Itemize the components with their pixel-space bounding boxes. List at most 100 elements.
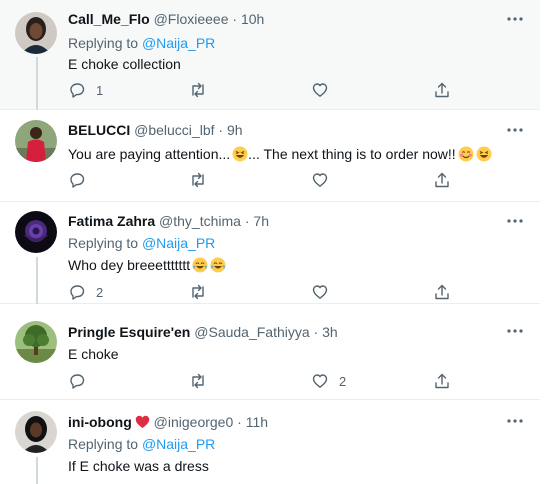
tweet-card[interactable]: Fatima Zahra @thy_tchima · 7h Replying t… [0, 202, 540, 304]
retweet-icon [192, 373, 204, 389]
share-button[interactable] [433, 171, 451, 189]
tweet-header: BELUCCI @belucci_lbf · 9h [68, 122, 243, 138]
replying-to-handle[interactable]: @Naija_PR [142, 436, 215, 452]
like-count: 2 [339, 373, 347, 389]
share-icon [435, 373, 449, 389]
heart-outline-icon [312, 83, 328, 97]
more-options-icon[interactable] [506, 212, 524, 230]
tree-landscape-avatar[interactable] [15, 321, 57, 363]
retweet-button[interactable] [189, 283, 207, 301]
dot-separator: · [237, 414, 242, 430]
tears-of-joy-emoji [192, 257, 208, 273]
retweet-icon [192, 172, 204, 188]
share-button[interactable] [433, 372, 451, 390]
more-options-icon[interactable] [506, 10, 524, 28]
reply-button[interactable] [68, 372, 86, 390]
like-button[interactable] [311, 81, 329, 99]
user-handle[interactable]: @thy_tchima [159, 213, 241, 229]
tweet-card[interactable]: BELUCCI @belucci_lbf · 9h You are paying… [0, 110, 540, 202]
thread-line [36, 457, 38, 484]
share-icon [435, 284, 449, 300]
heart-outline-icon [312, 285, 328, 299]
share-icon [435, 82, 449, 98]
thread-line [36, 257, 38, 304]
thread-line [36, 57, 38, 110]
heart-outline-icon [312, 173, 328, 187]
woman-dark-avatar[interactable] [15, 411, 57, 453]
timestamp[interactable]: 3h [322, 324, 338, 340]
reply-button[interactable] [68, 171, 86, 189]
purple-rose-avatar[interactable] [15, 211, 57, 253]
like-button[interactable] [311, 283, 329, 301]
tweet-card[interactable]: Call_Me_Flo @Floxieeee · 10h Replying to… [0, 0, 540, 110]
replying-to-label: Replying to [68, 35, 139, 51]
more-options-icon[interactable] [506, 322, 524, 340]
user-handle[interactable]: @Floxieeee [154, 11, 229, 27]
reply-icon [70, 285, 85, 300]
reply-icon [70, 83, 85, 98]
user-handle[interactable]: @Sauda_Fathiyya [194, 324, 309, 340]
retweet-icon [192, 284, 204, 300]
tweet-card[interactable]: Pringle Esquire'en @Sauda_Fathiyya · 3h … [0, 304, 540, 400]
woman-portrait-avatar[interactable] [15, 12, 57, 54]
tweet-header: Call_Me_Flo @Floxieeee · 10h [68, 11, 264, 27]
tweet-text: If E choke was a dress [68, 458, 209, 474]
smiling-blush-emoji [458, 146, 474, 162]
tweet-header: Pringle Esquire'en @Sauda_Fathiyya · 3h [68, 324, 338, 340]
display-name[interactable]: Call_Me_Flo [68, 11, 150, 27]
replying-to: Replying to @Naija_PR [68, 235, 215, 251]
heart-outline-icon [312, 374, 328, 388]
tweet-text: You are paying attention... ... The next … [68, 146, 492, 162]
tweet-text: E choke [68, 346, 119, 362]
timestamp[interactable]: 9h [227, 122, 243, 138]
tweet-text-part: You are paying attention... [68, 146, 231, 162]
tweet-text: Who dey breeettttttt [68, 257, 226, 273]
reply-icon [70, 173, 85, 188]
more-options-icon[interactable] [506, 412, 524, 430]
tweet-text-part: ... The next thing is to order now!! [248, 146, 456, 162]
display-name[interactable]: Fatima Zahra [68, 213, 155, 229]
tweet-card[interactable]: ini-obong @inigeorge0 · 11h Replying to … [0, 400, 540, 484]
replying-to-handle[interactable]: @Naija_PR [142, 35, 215, 51]
retweet-button[interactable] [189, 81, 207, 99]
reply-count: 1 [96, 82, 104, 98]
replying-to: Replying to @Naija_PR [68, 436, 215, 452]
share-button[interactable] [433, 81, 451, 99]
user-handle[interactable]: @inigeorge0 [154, 414, 234, 430]
grinning-squinting-emoji [476, 146, 492, 162]
display-name[interactable]: BELUCCI [68, 122, 130, 138]
timestamp[interactable]: 11h [246, 414, 268, 430]
replying-to-label: Replying to [68, 436, 139, 452]
tweet-header: Fatima Zahra @thy_tchima · 7h [68, 213, 269, 229]
tweet-text-body: Who dey breeettttttt [68, 257, 191, 273]
share-icon [435, 172, 449, 188]
dot-separator: · [244, 213, 250, 229]
display-name[interactable]: ini-obong [68, 414, 132, 430]
timestamp[interactable]: 7h [253, 213, 269, 229]
timestamp[interactable]: 10h [241, 11, 264, 27]
replying-to-handle[interactable]: @Naija_PR [142, 235, 215, 251]
display-name[interactable]: Pringle Esquire'en [68, 324, 190, 340]
tweet-text: E choke collection [68, 56, 181, 72]
retweet-icon [192, 82, 204, 98]
man-red-shirt-avatar[interactable] [15, 120, 57, 162]
retweet-button[interactable] [189, 372, 207, 390]
reply-button[interactable]: 2 [68, 283, 103, 301]
retweet-button[interactable] [189, 171, 207, 189]
dot-separator: · [232, 11, 238, 27]
reply-icon [70, 374, 85, 389]
tears-of-joy-emoji [210, 257, 226, 273]
dot-separator: · [218, 122, 224, 138]
red-heart-emoji [135, 415, 149, 429]
reply-button[interactable]: 1 [68, 81, 103, 99]
dot-separator: · [313, 324, 319, 340]
reply-count: 2 [96, 284, 104, 300]
grinning-squinting-emoji [232, 146, 248, 162]
share-button[interactable] [433, 283, 451, 301]
more-options-icon[interactable] [506, 121, 524, 139]
like-button[interactable]: 2 [311, 372, 346, 390]
replying-to-label: Replying to [68, 235, 139, 251]
like-button[interactable] [311, 171, 329, 189]
user-handle[interactable]: @belucci_lbf [134, 122, 214, 138]
replying-to: Replying to @Naija_PR [68, 35, 215, 51]
